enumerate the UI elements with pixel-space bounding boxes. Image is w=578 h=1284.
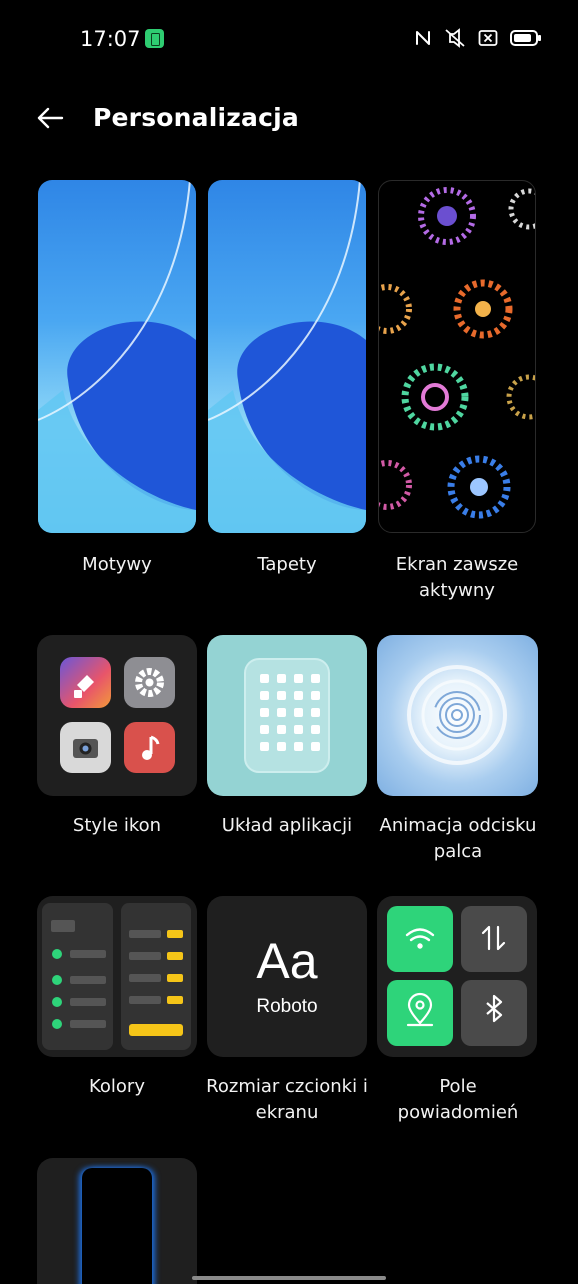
settings-app-icon xyxy=(124,657,175,708)
fingerprint-animation-preview xyxy=(377,635,538,796)
camera-app-icon xyxy=(60,722,111,773)
tile-label: Style ikon xyxy=(72,815,162,836)
tile-label: Motywy xyxy=(82,554,152,575)
music-app-icon xyxy=(124,722,175,773)
tile-label: Animacja odcisku palca xyxy=(379,815,537,862)
arrow-left-icon xyxy=(37,107,64,129)
tile-label: Układ aplikacji xyxy=(221,815,353,836)
tile-always-on-display[interactable]: Ekran zawsze aktywny xyxy=(377,180,539,610)
battery-icon xyxy=(510,30,541,46)
icon-style-preview xyxy=(37,635,197,796)
tile-app-layout[interactable]: Układ aplikacji xyxy=(207,635,367,865)
tile-label: Pole powiadomień xyxy=(397,1076,519,1123)
tile-edge-lighting[interactable] xyxy=(37,1158,197,1284)
status-icons xyxy=(414,28,542,48)
edge-lighting-preview xyxy=(37,1158,197,1284)
theme-app-icon xyxy=(60,657,111,708)
silent-icon xyxy=(445,28,465,48)
tile-notification-panel[interactable]: Pole powiadomień xyxy=(377,896,539,1126)
back-button[interactable] xyxy=(28,100,72,136)
tile-colors[interactable]: Kolory xyxy=(37,896,197,1126)
app-layout-preview xyxy=(207,635,367,796)
tile-themes[interactable]: Motywy xyxy=(37,180,197,610)
tile-fingerprint-animation[interactable]: Animacja odcisku palca xyxy=(377,635,539,865)
status-time: 17:07 xyxy=(80,27,141,51)
tile-label: Tapety xyxy=(257,554,317,575)
font-sample-big: Aa xyxy=(256,933,318,989)
font-size-preview: Aa Roboto xyxy=(207,896,367,1057)
tile-font-size[interactable]: Aa Roboto Rozmiar czcionki i ekranu xyxy=(206,896,368,1126)
page-title: Personalizacja xyxy=(93,103,299,132)
themes-preview xyxy=(38,180,196,533)
battery-saver-icon xyxy=(145,29,164,48)
navigation-handle[interactable] xyxy=(192,1276,386,1280)
kaleidoscope-pattern-icon xyxy=(379,187,535,519)
tile-icon-style[interactable]: Style ikon xyxy=(37,635,197,865)
tile-label: Rozmiar czcionki i ekranu xyxy=(206,1076,368,1123)
tile-wallpapers[interactable]: Tapety xyxy=(207,180,367,610)
status-bar: 17:07 xyxy=(0,0,578,78)
wallpapers-preview xyxy=(208,180,366,533)
fingerprint-icon xyxy=(433,691,481,739)
font-name: Roboto xyxy=(256,996,318,1017)
notification-panel-preview xyxy=(377,896,537,1057)
tile-label: Ekran zawsze aktywny xyxy=(395,554,519,601)
sim-off-icon xyxy=(478,30,498,46)
app-bar: Personalizacja xyxy=(0,88,578,148)
nfc-off-icon xyxy=(416,31,430,45)
tile-label: Kolory xyxy=(89,1076,145,1097)
always-on-display-preview xyxy=(378,180,536,533)
colors-preview xyxy=(37,896,197,1057)
